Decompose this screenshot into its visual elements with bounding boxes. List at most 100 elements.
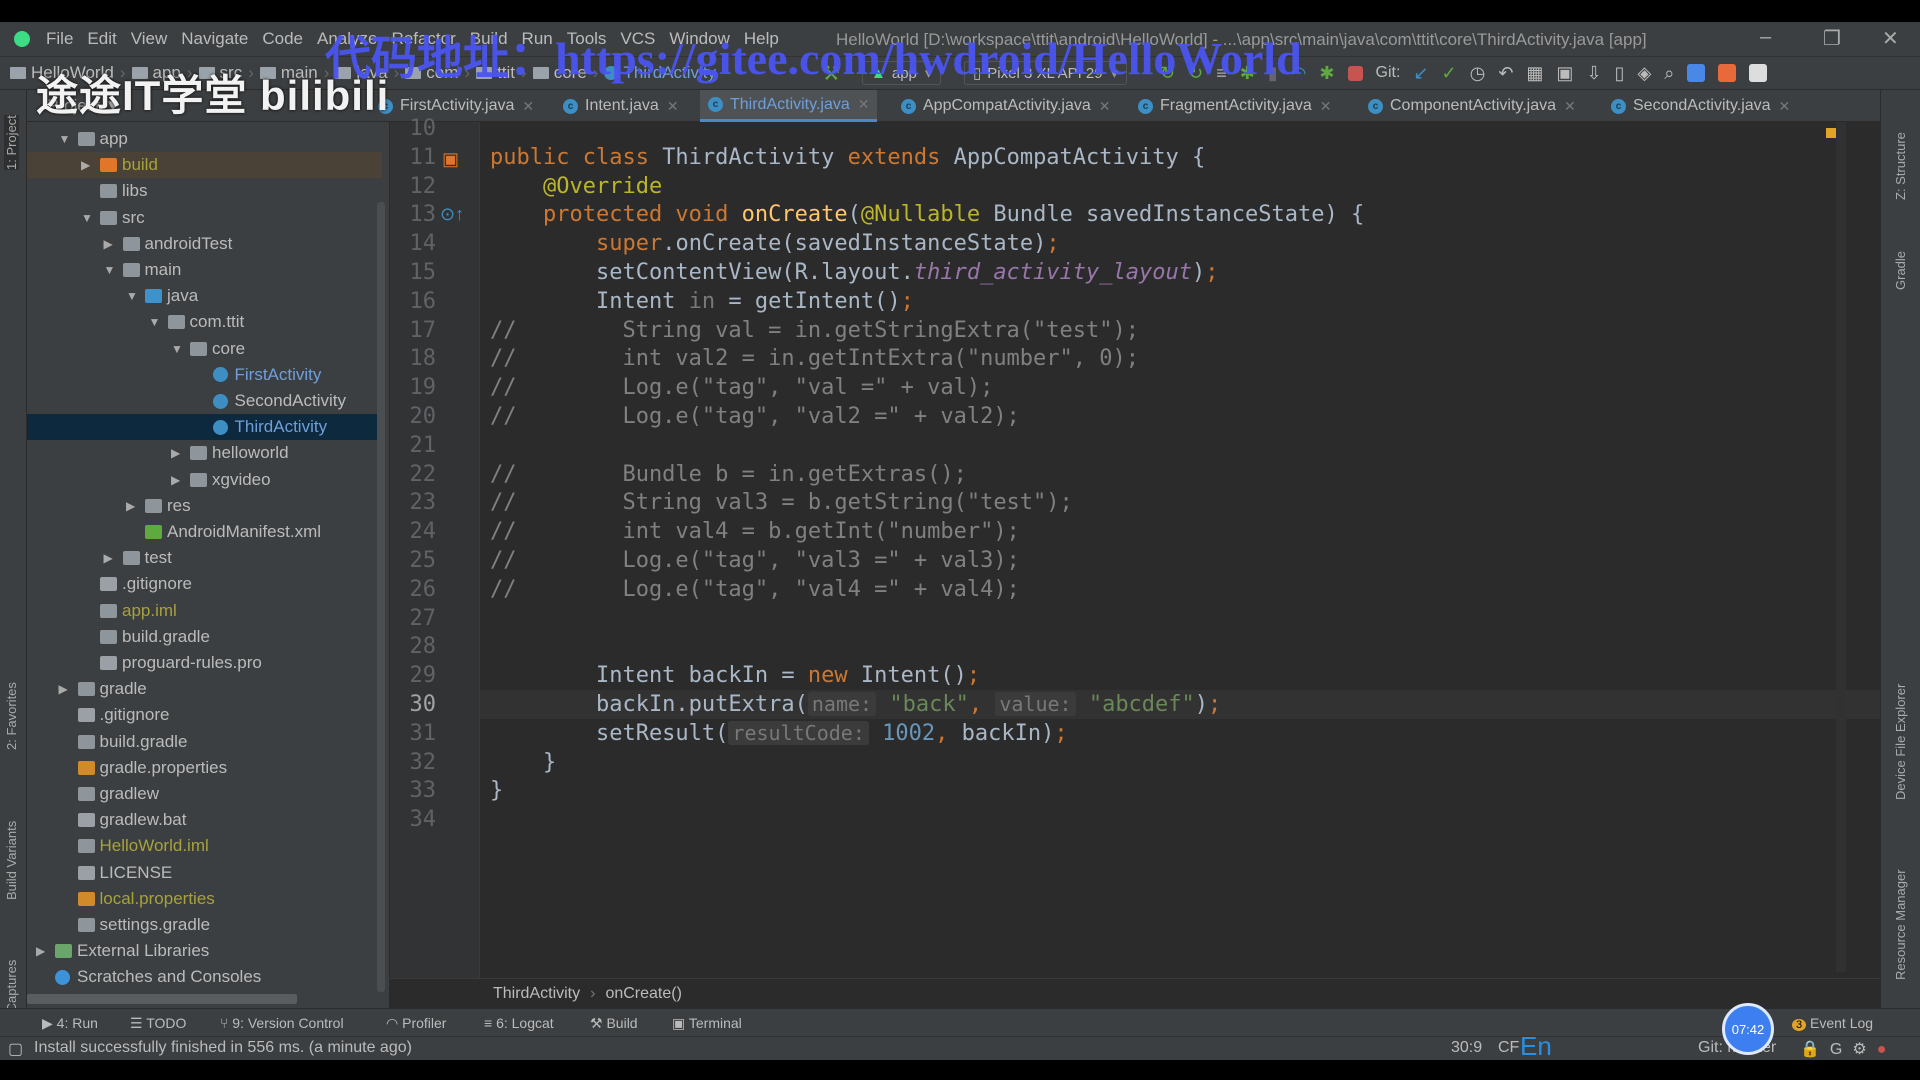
restore-button[interactable]: ❐ <box>1823 26 1841 51</box>
git-rollback-icon[interactable]: ↶ <box>1498 63 1513 84</box>
tool-window-project[interactable]: 1: Project <box>4 115 19 170</box>
tool-profiler[interactable]: ◠ Profiler <box>386 1015 446 1032</box>
expand-right-icon[interactable]: ▶ <box>171 473 180 487</box>
expand-right-icon[interactable]: ▶ <box>104 551 113 565</box>
tree-item-license[interactable]: LICENSE <box>27 860 382 886</box>
vertical-scrollbar[interactable] <box>377 202 385 992</box>
code-editor[interactable]: 10 11 12 13 14 15 16 17 18 19 20 21 22 23 24 25 26 27 28 29… <box>390 116 1880 978</box>
horizontal-scrollbar[interactable] <box>27 994 297 1004</box>
tool-window-favorites[interactable]: 2: Favorites <box>4 682 19 750</box>
translate-alt-icon[interactable] <box>1718 64 1737 82</box>
ime-indicator[interactable]: En <box>1520 1031 1552 1062</box>
tree-item-proguard-rules-pro[interactable]: proguard-rules.pro <box>27 650 382 676</box>
menu-code[interactable]: Code <box>262 29 303 49</box>
tree-item-gradlew-bat[interactable]: gradlew.bat <box>27 807 382 833</box>
close-tab-icon[interactable]: ✕ <box>1779 98 1791 115</box>
git-commit-icon[interactable]: ✓ <box>1442 63 1457 84</box>
breadcrumb-method[interactable]: onCreate() <box>605 985 681 1003</box>
tree-item-helloworld-iml[interactable]: HelloWorld.iml <box>27 833 382 859</box>
tree-item-external-libraries[interactable]: ▶ External Libraries <box>27 938 382 964</box>
tool-terminal[interactable]: ▣ Terminal <box>672 1015 742 1032</box>
tree-item-settings-gradle[interactable]: settings.gradle <box>27 912 382 938</box>
tree-item-gradle-properties[interactable]: gradle.properties <box>27 755 382 781</box>
tool-run[interactable]: ▶ 4: Run <box>42 1015 98 1032</box>
project-structure-icon[interactable]: ▦ <box>1526 63 1543 84</box>
tree-item-res[interactable]: ▶ res <box>27 493 382 519</box>
tree-item-libs[interactable]: libs <box>27 178 382 204</box>
tree-item--gitignore[interactable]: .gitignore <box>27 702 382 728</box>
tree-item-app-iml[interactable]: app.iml <box>27 598 382 624</box>
expand-down-icon[interactable]: ▼ <box>104 263 116 277</box>
tree-item-src[interactable]: ▼ src <box>27 205 382 231</box>
expand-down-icon[interactable]: ▼ <box>171 342 183 356</box>
expand-right-icon[interactable]: ▶ <box>104 237 113 251</box>
tree-item-build-gradle[interactable]: build.gradle <box>27 624 382 650</box>
tool-window-resource-manager[interactable]: Resource Manager <box>1893 869 1908 980</box>
tree-item-firstactivity[interactable]: FirstActivity <box>27 362 382 388</box>
minimize-button[interactable]: – <box>1760 26 1771 49</box>
close-tab-icon[interactable]: ✕ <box>522 98 534 115</box>
expand-right-icon[interactable]: ▶ <box>171 446 180 460</box>
tab-secondactivity[interactable]: c SecondActivity.java ✕ <box>1603 90 1798 122</box>
stop-icon[interactable] <box>1347 65 1363 81</box>
tree-item-build[interactable]: ▶ build <box>27 152 382 179</box>
override-marker-icon[interactable]: ⊙↑ <box>440 204 464 225</box>
tree-item-androidmanifest-xml[interactable]: AndroidManifest.xml <box>27 519 382 545</box>
expand-down-icon[interactable]: ▼ <box>81 211 93 225</box>
close-button[interactable]: ✕ <box>1882 26 1899 51</box>
close-tab-icon[interactable]: ✕ <box>667 98 679 115</box>
expand-down-icon[interactable]: ▼ <box>59 132 71 146</box>
tool-window-device-file-explorer[interactable]: Device File Explorer <box>1893 684 1908 800</box>
tree-item-thirdactivity[interactable]: ThirdActivity <box>27 414 382 441</box>
expand-right-icon[interactable]: ▶ <box>126 499 135 513</box>
tree-item-java[interactable]: ▼ java <box>27 283 382 309</box>
tree-item-helloworld[interactable]: ▶ helloworld <box>27 440 382 466</box>
tree-item-main[interactable]: ▼ main <box>27 257 382 283</box>
status-message[interactable]: Install successfully finished in 556 ms.… <box>34 1039 412 1057</box>
tree-item-androidtest[interactable]: ▶ androidTest <box>27 231 382 257</box>
device-manager-icon[interactable]: ▯ <box>1615 63 1625 84</box>
warning-marker[interactable] <box>1826 128 1836 138</box>
editor-scrollbar[interactable] <box>1836 122 1846 972</box>
avd-manager-icon[interactable]: ▣ <box>1556 63 1573 84</box>
tree-item-app[interactable]: ▼ app <box>27 126 382 152</box>
tab-componentactivity[interactable]: c ComponentActivity.java ✕ <box>1360 90 1584 122</box>
menu-view[interactable]: View <box>131 29 168 49</box>
tree-item-local-properties[interactable]: local.properties <box>27 886 382 912</box>
implement-marker-icon[interactable]: ▣ <box>442 149 459 170</box>
expand-right-icon[interactable]: ▶ <box>36 944 45 958</box>
tree-item-xgvideo[interactable]: ▶ xgvideo <box>27 467 382 493</box>
expand-right-icon[interactable]: ▶ <box>59 682 68 696</box>
tab-appcompatactivity[interactable]: c AppCompatActivity.java ✕ <box>893 90 1119 122</box>
attach-icon[interactable]: ✱ <box>1319 63 1334 84</box>
tree-item-build-gradle[interactable]: build.gradle <box>27 729 382 755</box>
close-tab-icon[interactable]: ✕ <box>1099 98 1111 115</box>
close-tab-icon[interactable]: ✕ <box>1320 98 1332 115</box>
tool-logcat[interactable]: ≡ 6: Logcat <box>484 1015 554 1031</box>
expand-down-icon[interactable]: ▼ <box>149 315 161 329</box>
tool-window-structure[interactable]: Z: Structure <box>1893 132 1908 200</box>
breadcrumb-class[interactable]: ThirdActivity <box>493 985 580 1003</box>
menu-file[interactable]: File <box>46 29 73 49</box>
layout-inspector-icon[interactable]: ◈ <box>1637 63 1651 84</box>
translate-icon[interactable] <box>1687 64 1706 82</box>
close-tab-icon[interactable]: ✕ <box>1564 98 1576 115</box>
tool-window-gradle[interactable]: Gradle <box>1893 251 1908 290</box>
search-icon[interactable]: ⌕ <box>1664 63 1674 84</box>
menu-navigate[interactable]: Navigate <box>181 29 248 49</box>
tree-item-gradle[interactable]: ▶ gradle <box>27 676 382 702</box>
tool-todo[interactable]: ☰ TODO <box>130 1015 186 1032</box>
tree-item-scratches-and-consoles[interactable]: Scratches and Consoles <box>27 964 382 990</box>
event-log[interactable]: 3 Event Log <box>1792 1015 1873 1031</box>
tab-fragmentactivity[interactable]: c FragmentActivity.java ✕ <box>1130 90 1339 122</box>
status-toggle-icon[interactable]: ▢ <box>8 1039 23 1059</box>
tab-intent[interactable]: c Intent.java ✕ <box>555 90 687 122</box>
git-update-icon[interactable]: ↙ <box>1413 63 1428 84</box>
tree-item-gradlew[interactable]: gradlew <box>27 781 382 807</box>
git-history-icon[interactable]: ◷ <box>1470 63 1486 84</box>
tool-version-control[interactable]: ⑂ 9: Version Control <box>220 1015 344 1031</box>
expand-right-icon[interactable]: ▶ <box>81 158 90 172</box>
menu-edit[interactable]: Edit <box>87 29 116 49</box>
tree-item-com-ttit[interactable]: ▼ com.ttit <box>27 309 382 335</box>
caret-position[interactable]: 30:9 <box>1451 1039 1482 1057</box>
